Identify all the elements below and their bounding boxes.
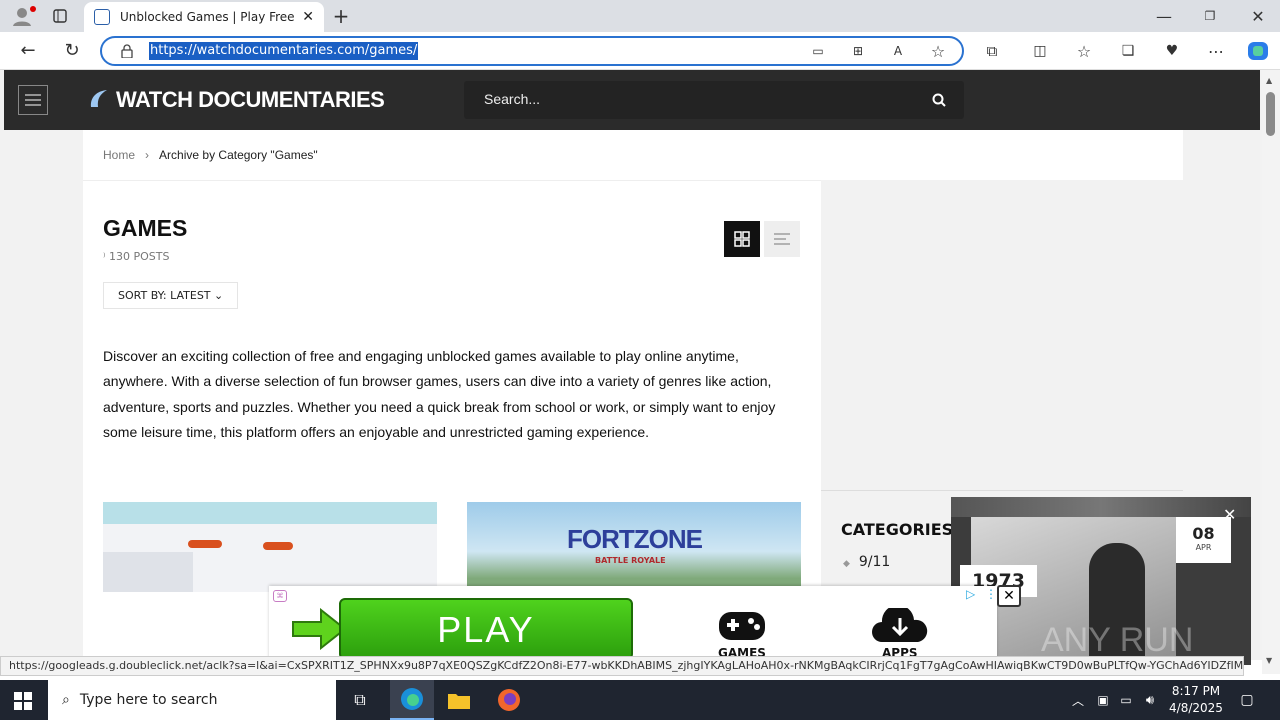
logo-icon: [86, 86, 112, 112]
breadcrumb-home[interactable]: Home: [103, 148, 135, 162]
tab-active[interactable]: Unblocked Games | Play Free Gar ✕: [84, 2, 324, 32]
favorites-icon[interactable]: ☆: [1074, 41, 1094, 61]
fortzone-logo: FORTZONE: [567, 524, 703, 554]
file-explorer-icon[interactable]: [446, 688, 472, 712]
gamepad-icon: [717, 608, 767, 646]
fortzone-subtitle: BATTLE ROYALE: [595, 556, 666, 565]
category-label: 9/11: [858, 554, 891, 570]
site-search-input[interactable]: [484, 91, 904, 107]
more-menu-icon[interactable]: ⋯: [1206, 41, 1226, 61]
clock[interactable]: 8:17 PM 4/8/2025: [1168, 683, 1224, 717]
restore-icon[interactable]: ❐: [1196, 4, 1224, 28]
cloud-download-icon: [872, 604, 928, 648]
post-count-label: 130 POSTS: [108, 250, 170, 263]
taskbar-search[interactable]: ⌕ Type here to search: [48, 680, 336, 720]
windows-start-icon[interactable]: [12, 690, 34, 712]
lock-icon[interactable]: [120, 43, 134, 59]
search-icon[interactable]: [930, 91, 948, 109]
categories-heading: CATEGORIES: [841, 520, 954, 539]
floor-shape: [103, 552, 193, 592]
back-icon[interactable]: ←: [16, 38, 40, 62]
tray-chevron-icon[interactable]: ︿: [1068, 689, 1088, 711]
task-view-icon[interactable]: ⧉: [348, 688, 372, 712]
favorite-star-icon[interactable]: ☆: [928, 41, 948, 61]
breadcrumb-separator: ›: [145, 148, 150, 162]
extensions-icon[interactable]: ⧉: [982, 41, 1002, 61]
tab-title: Unblocked Games | Play Free Gar: [120, 10, 296, 24]
site-header: WATCH DOCUMENTARIES: [4, 70, 1260, 130]
scrollbar[interactable]: ▲ ▼: [1262, 70, 1280, 674]
post-count: ⁾ 130 POSTS: [103, 250, 169, 263]
hamburger-menu-icon[interactable]: [18, 85, 48, 115]
rss-icon: ⁾: [103, 252, 106, 263]
copilot-icon[interactable]: [1246, 40, 1270, 62]
video-strip: [951, 497, 1251, 517]
notifications-icon[interactable]: ▢: [1236, 689, 1258, 711]
taskbar: ⌕ Type here to search ⧉ ︿ ▣ ▭ 🔊︎ 8:17 PM 4…: [0, 680, 1280, 720]
clock-time: 8:17 PM: [1171, 684, 1221, 698]
list-view-button[interactable]: [764, 221, 800, 257]
category-item[interactable]: ◆ 9/11: [843, 554, 890, 570]
breadcrumb-current: Archive by Category "Games": [159, 148, 318, 162]
video-month: APR: [1195, 543, 1212, 552]
chevron-down-icon: ⌄: [214, 289, 224, 302]
car-shape: [263, 542, 293, 550]
bullet-icon: ◆: [843, 559, 850, 569]
scroll-up-icon[interactable]: ▲: [1266, 76, 1272, 85]
tray-device-icon[interactable]: ▣: [1094, 689, 1112, 711]
minimize-icon[interactable]: —: [1150, 4, 1178, 28]
tab-close-icon[interactable]: ✕: [302, 9, 314, 25]
category-description: Discover an exciting collection of free …: [103, 348, 776, 440]
grid-view-button[interactable]: [724, 221, 760, 257]
app-available-icon[interactable]: ⊞: [848, 41, 868, 61]
status-bar-link: https://googleads.g.doubleclick.net/aclk…: [0, 656, 1244, 676]
breadcrumb: Home › Archive by Category "Games": [103, 148, 318, 162]
adchoices-icon[interactable]: ▷: [966, 587, 975, 601]
car-shape: [188, 540, 222, 548]
collections-icon[interactable]: ❏: [1118, 41, 1138, 61]
sort-label: SORT BY: LATEST: [118, 289, 211, 302]
clock-date: 4/8/2025: [1169, 701, 1223, 715]
edge-taskbar-icon[interactable]: [390, 680, 434, 720]
ad-badge-icon: ⌘: [273, 590, 287, 602]
scroll-down-icon[interactable]: ▼: [1266, 656, 1272, 665]
game-thumbnail-right[interactable]: FORTZONE BATTLE ROYALE: [467, 502, 801, 592]
tab-actions-icon[interactable]: [48, 4, 72, 28]
anyrun-watermark: ANY RUN: [1041, 621, 1194, 659]
taskbar-search-icon: ⌕: [62, 692, 70, 708]
split-screen-icon[interactable]: ◫: [1030, 41, 1050, 61]
page-title: GAMES: [103, 215, 188, 241]
ad-options-icon[interactable]: ⋮: [985, 587, 997, 601]
site-logo[interactable]: WATCH DOCUMENTARIES: [116, 87, 385, 113]
sidebar-divider: [821, 490, 1183, 491]
network-icon[interactable]: ▭: [1116, 689, 1136, 711]
profile-icon[interactable]: [8, 4, 36, 28]
close-window-icon[interactable]: ✕: [1244, 4, 1272, 28]
firefox-icon[interactable]: [496, 688, 522, 712]
play-button[interactable]: PLAY: [339, 598, 633, 660]
new-tab-icon[interactable]: +: [330, 4, 352, 28]
taskbar-search-text: Type here to search: [79, 692, 218, 708]
scroll-thumb[interactable]: [1266, 92, 1275, 136]
game-thumbnail-left[interactable]: [103, 502, 437, 592]
refresh-icon[interactable]: ↻: [60, 38, 84, 62]
tab-favicon-icon: [94, 9, 110, 25]
video-day: 08: [1192, 524, 1215, 543]
bottom-ad-banner[interactable]: ⌘ PLAY GAMES APPS ▷ ⋮: [269, 586, 997, 660]
site-search: [464, 81, 964, 119]
sort-dropdown[interactable]: SORT BY: LATEST ⌄: [103, 282, 239, 309]
tab-bar: Unblocked Games | Play Free Gar ✕ + — ❐ …: [0, 0, 1280, 32]
read-aloud-icon[interactable]: A: [888, 41, 908, 61]
immersive-reader-icon[interactable]: ▭: [808, 41, 828, 61]
volume-icon[interactable]: 🔊︎: [1140, 689, 1160, 711]
ad-close-button[interactable]: ✕: [997, 585, 1021, 607]
url-text[interactable]: https://watchdocumentaries.com/games/: [149, 42, 419, 60]
performance-icon[interactable]: ♥: [1162, 41, 1182, 61]
video-close-icon[interactable]: ✕: [1223, 505, 1236, 524]
